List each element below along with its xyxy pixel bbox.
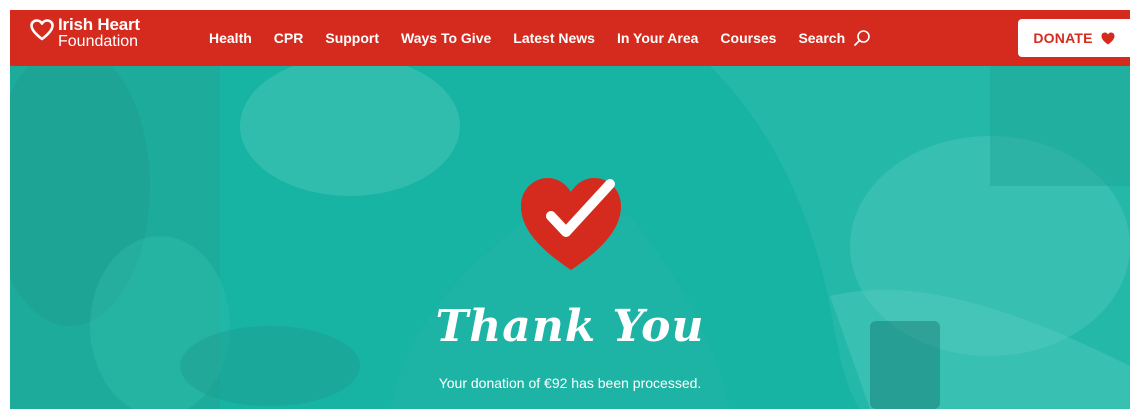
nav-item-ways-to-give[interactable]: Ways To Give xyxy=(401,30,491,46)
nav-item-support[interactable]: Support xyxy=(325,30,379,46)
nav-item-health[interactable]: Health xyxy=(209,30,252,46)
heart-check-icon xyxy=(521,178,621,270)
logo-link[interactable]: Irish Heart Foundation xyxy=(30,16,140,50)
nav-item-cpr[interactable]: CPR xyxy=(274,30,304,46)
thank-you-heading: Thank You xyxy=(435,301,705,352)
page: Irish Heart Foundation Health CPR Suppor… xyxy=(0,0,1130,409)
logo-text: Irish Heart Foundation xyxy=(58,16,140,50)
nav-item-in-your-area[interactable]: In Your Area xyxy=(617,30,698,46)
nav-item-courses[interactable]: Courses xyxy=(720,30,776,46)
header-bar: Irish Heart Foundation Health CPR Suppor… xyxy=(10,10,1130,66)
donation-confirmation-text: Your donation of €92 has been processed. xyxy=(438,375,702,391)
logo-heart-icon xyxy=(30,19,54,41)
donate-button[interactable]: DONATE xyxy=(1018,19,1130,57)
hero-banner: Thank You Your donation of €92 has been … xyxy=(10,66,1130,409)
search-icon xyxy=(854,30,870,46)
main-nav: Health CPR Support Ways To Give Latest N… xyxy=(209,10,871,66)
site-header: Irish Heart Foundation Health CPR Suppor… xyxy=(0,0,1130,72)
donate-label: DONATE xyxy=(1033,30,1093,46)
search-button[interactable]: Search xyxy=(798,29,871,47)
logo-name-line1: Irish Heart xyxy=(58,15,140,34)
nav-item-latest-news[interactable]: Latest News xyxy=(513,30,595,46)
logo-name-line2: Foundation xyxy=(58,33,139,50)
heart-icon xyxy=(1101,32,1115,44)
search-label: Search xyxy=(798,30,846,46)
